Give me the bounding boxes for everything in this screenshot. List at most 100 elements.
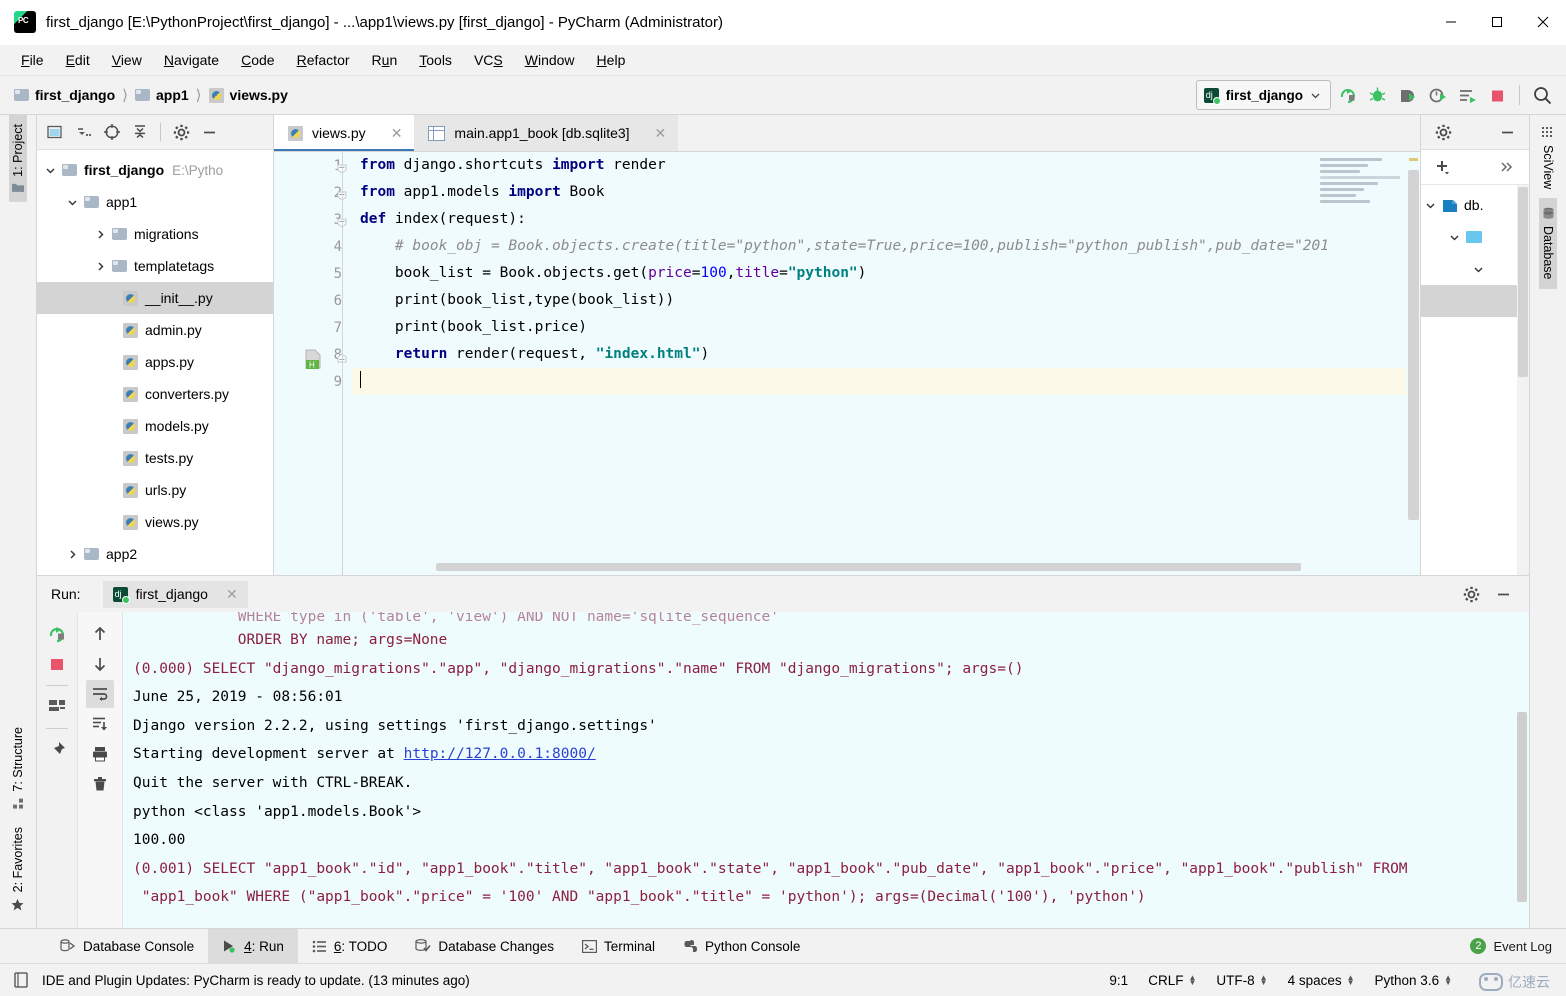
chevron-down-icon[interactable] xyxy=(1449,232,1460,243)
hide-icon[interactable] xyxy=(196,119,222,145)
profile-icon[interactable] xyxy=(1423,81,1451,109)
menu-tools[interactable]: Tools xyxy=(408,50,463,70)
editor-scrollbar[interactable] xyxy=(1406,152,1420,575)
close-icon[interactable]: ✕ xyxy=(655,125,667,142)
hide-icon[interactable] xyxy=(1493,118,1521,146)
sidebar-item-favorites[interactable]: 2: Favorites xyxy=(9,818,27,920)
run-tab-first-django[interactable]: first_django ✕ xyxy=(102,580,248,608)
console-scrollbar[interactable] xyxy=(1517,616,1527,924)
maximize-icon[interactable] xyxy=(1474,0,1520,44)
close-icon[interactable] xyxy=(1520,0,1566,44)
close-icon[interactable]: ✕ xyxy=(226,586,238,603)
editor-gutter[interactable]: 1 2 3 4 5 6 7 8 9 xyxy=(274,152,352,575)
tree-row-init-py[interactable]: __init__.py xyxy=(37,282,273,314)
rerun-icon[interactable] xyxy=(1333,81,1361,109)
minimize-icon[interactable] xyxy=(1428,0,1474,44)
chevron-right-icon[interactable] xyxy=(95,261,106,272)
close-icon[interactable]: ✕ xyxy=(391,125,403,142)
select-opened-file-icon[interactable] xyxy=(43,119,69,145)
stop-icon[interactable] xyxy=(1483,81,1511,109)
interpreter-widget[interactable]: Python 3.6 ▲ ▼ xyxy=(1375,973,1452,988)
run-with-console-icon[interactable] xyxy=(1453,81,1481,109)
breadcrumb-item-file[interactable]: views.py xyxy=(208,87,288,103)
print-icon[interactable] xyxy=(86,740,114,768)
sidebar-item-database[interactable]: Database xyxy=(1539,198,1557,289)
sidebar-item-structure[interactable]: 7: Structure xyxy=(9,718,27,818)
db-row-tables[interactable] xyxy=(1421,253,1529,285)
chevron-right-icon[interactable] xyxy=(67,549,78,560)
db-row-selected[interactable] xyxy=(1421,285,1529,317)
chevron-down-icon[interactable] xyxy=(1425,200,1436,211)
tree-row-tests-py[interactable]: tests.py xyxy=(37,442,273,474)
pin-icon[interactable] xyxy=(43,736,71,764)
settings-icon[interactable] xyxy=(1457,580,1485,608)
debug-icon[interactable] xyxy=(1363,81,1391,109)
tree-row-first-django[interactable]: first_django E:\Pytho xyxy=(37,154,273,186)
breadcrumb-item-app1[interactable]: app1 xyxy=(134,87,189,103)
menu-code[interactable]: Code xyxy=(230,50,285,70)
tree-row-views-py[interactable]: views.py xyxy=(37,506,273,538)
tab-main-app1-book[interactable]: main.app1_book [db.sqlite3] ✕ xyxy=(414,115,679,151)
editor-horizontal-scrollbar[interactable] xyxy=(436,563,1396,571)
chevron-down-icon[interactable] xyxy=(1473,264,1484,275)
menu-run[interactable]: Run xyxy=(361,50,409,70)
db-row-schema[interactable] xyxy=(1421,221,1529,253)
locate-icon[interactable] xyxy=(99,119,125,145)
database-tree[interactable]: db. xyxy=(1421,185,1529,575)
bottom-tab-database-console[interactable]: Database Console xyxy=(46,929,208,963)
database-scrollbar[interactable] xyxy=(1517,185,1529,575)
tree-row-converters-py[interactable]: converters.py xyxy=(37,378,273,410)
menu-edit[interactable]: Edit xyxy=(55,50,101,70)
tree-row-templatetags[interactable]: templatetags xyxy=(37,250,273,282)
server-url-link[interactable]: http://127.0.0.1:8000/ xyxy=(404,746,596,762)
tree-row-app2[interactable]: app2 xyxy=(37,538,273,570)
sidebar-item-project[interactable]: 1: Project xyxy=(9,115,27,202)
up-icon[interactable] xyxy=(86,620,114,648)
encoding-widget[interactable]: UTF-8 ▲ ▼ xyxy=(1216,973,1267,988)
menu-help[interactable]: Help xyxy=(586,50,637,70)
code-editor[interactable]: 1 2 3 4 5 6 7 8 9 xyxy=(274,152,1420,575)
notification-icon[interactable] xyxy=(12,971,30,989)
bottom-tab-terminal[interactable]: Terminal xyxy=(568,929,669,963)
clear-all-icon[interactable] xyxy=(86,770,114,798)
stop-icon[interactable] xyxy=(43,650,71,678)
caret-position-widget[interactable]: 9:1 xyxy=(1109,973,1128,988)
status-message[interactable]: IDE and Plugin Updates: PyCharm is ready… xyxy=(42,973,470,988)
html-template-gutter-icon[interactable]: H xyxy=(302,348,324,370)
tab-views-py[interactable]: views.py ✕ xyxy=(274,115,415,151)
settings-icon[interactable] xyxy=(168,119,194,145)
add-icon[interactable] xyxy=(1429,153,1457,181)
bottom-tab-database-changes[interactable]: Database Changes xyxy=(401,929,568,963)
settings-icon[interactable] xyxy=(1429,118,1457,146)
chevron-down-icon[interactable] xyxy=(45,165,56,176)
menu-window[interactable]: Window xyxy=(514,50,586,70)
tree-row-models-py[interactable]: models.py xyxy=(37,410,273,442)
sidebar-item-sciview[interactable]: SciView xyxy=(1539,115,1557,198)
breadcrumb-item-project[interactable]: first_django xyxy=(14,87,115,103)
hide-icon[interactable] xyxy=(1489,580,1517,608)
event-log-label[interactable]: Event Log xyxy=(1493,939,1552,954)
coverage-icon[interactable] xyxy=(1393,81,1421,109)
restore-layout-icon[interactable] xyxy=(43,693,71,721)
menu-file[interactable]: File xyxy=(10,50,55,70)
chevron-down-icon[interactable] xyxy=(67,197,78,208)
tree-row-urls-py[interactable]: urls.py xyxy=(37,474,273,506)
expand-icon[interactable] xyxy=(1493,153,1521,181)
db-row-datasource[interactable]: db. xyxy=(1421,189,1529,221)
scroll-to-end-icon[interactable] xyxy=(86,710,114,738)
rerun-icon[interactable] xyxy=(43,620,71,648)
tree-row-app1[interactable]: app1 xyxy=(37,186,273,218)
menu-vcs[interactable]: VCS xyxy=(463,50,514,70)
code-lines[interactable]: from django.shortcuts import render from… xyxy=(352,152,1420,575)
chevron-right-icon[interactable] xyxy=(95,229,106,240)
bottom-tab-python-console[interactable]: Python Console xyxy=(669,929,814,963)
tree-row-admin-py[interactable]: admin.py xyxy=(37,314,273,346)
bottom-tab-todo[interactable]: 6: TODO xyxy=(298,929,402,963)
project-tree[interactable]: first_django E:\Pytho app1 migrations te… xyxy=(37,150,273,575)
menu-navigate[interactable]: Navigate xyxy=(153,50,230,70)
bottom-tab-run[interactable]: 4: Run xyxy=(208,929,298,963)
run-console-output[interactable]: WHERE type in ('table', 'view') AND NOT … xyxy=(123,612,1529,928)
search-everywhere-icon[interactable] xyxy=(1528,81,1556,109)
run-configuration-selector[interactable]: first_django xyxy=(1195,80,1331,110)
tree-row-apps-py[interactable]: apps.py xyxy=(37,346,273,378)
